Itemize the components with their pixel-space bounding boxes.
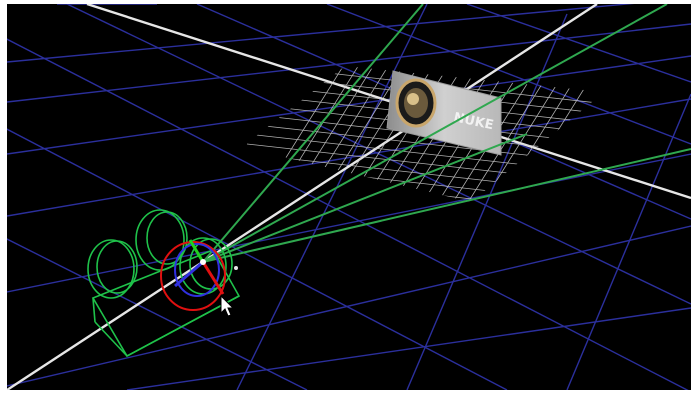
3d-viewport[interactable]: NUKE [7, 4, 691, 390]
world-axes [7, 4, 691, 390]
floor-grid [7, 4, 691, 390]
gizmo-axis-z[interactable] [174, 260, 204, 288]
gizmo-center[interactable] [200, 259, 206, 265]
gizmo-handle-end[interactable] [234, 266, 238, 270]
mouse-pointer-icon [220, 294, 235, 317]
image-card[interactable]: NUKE [386, 70, 502, 156]
nuke-logo-icon [395, 78, 437, 128]
